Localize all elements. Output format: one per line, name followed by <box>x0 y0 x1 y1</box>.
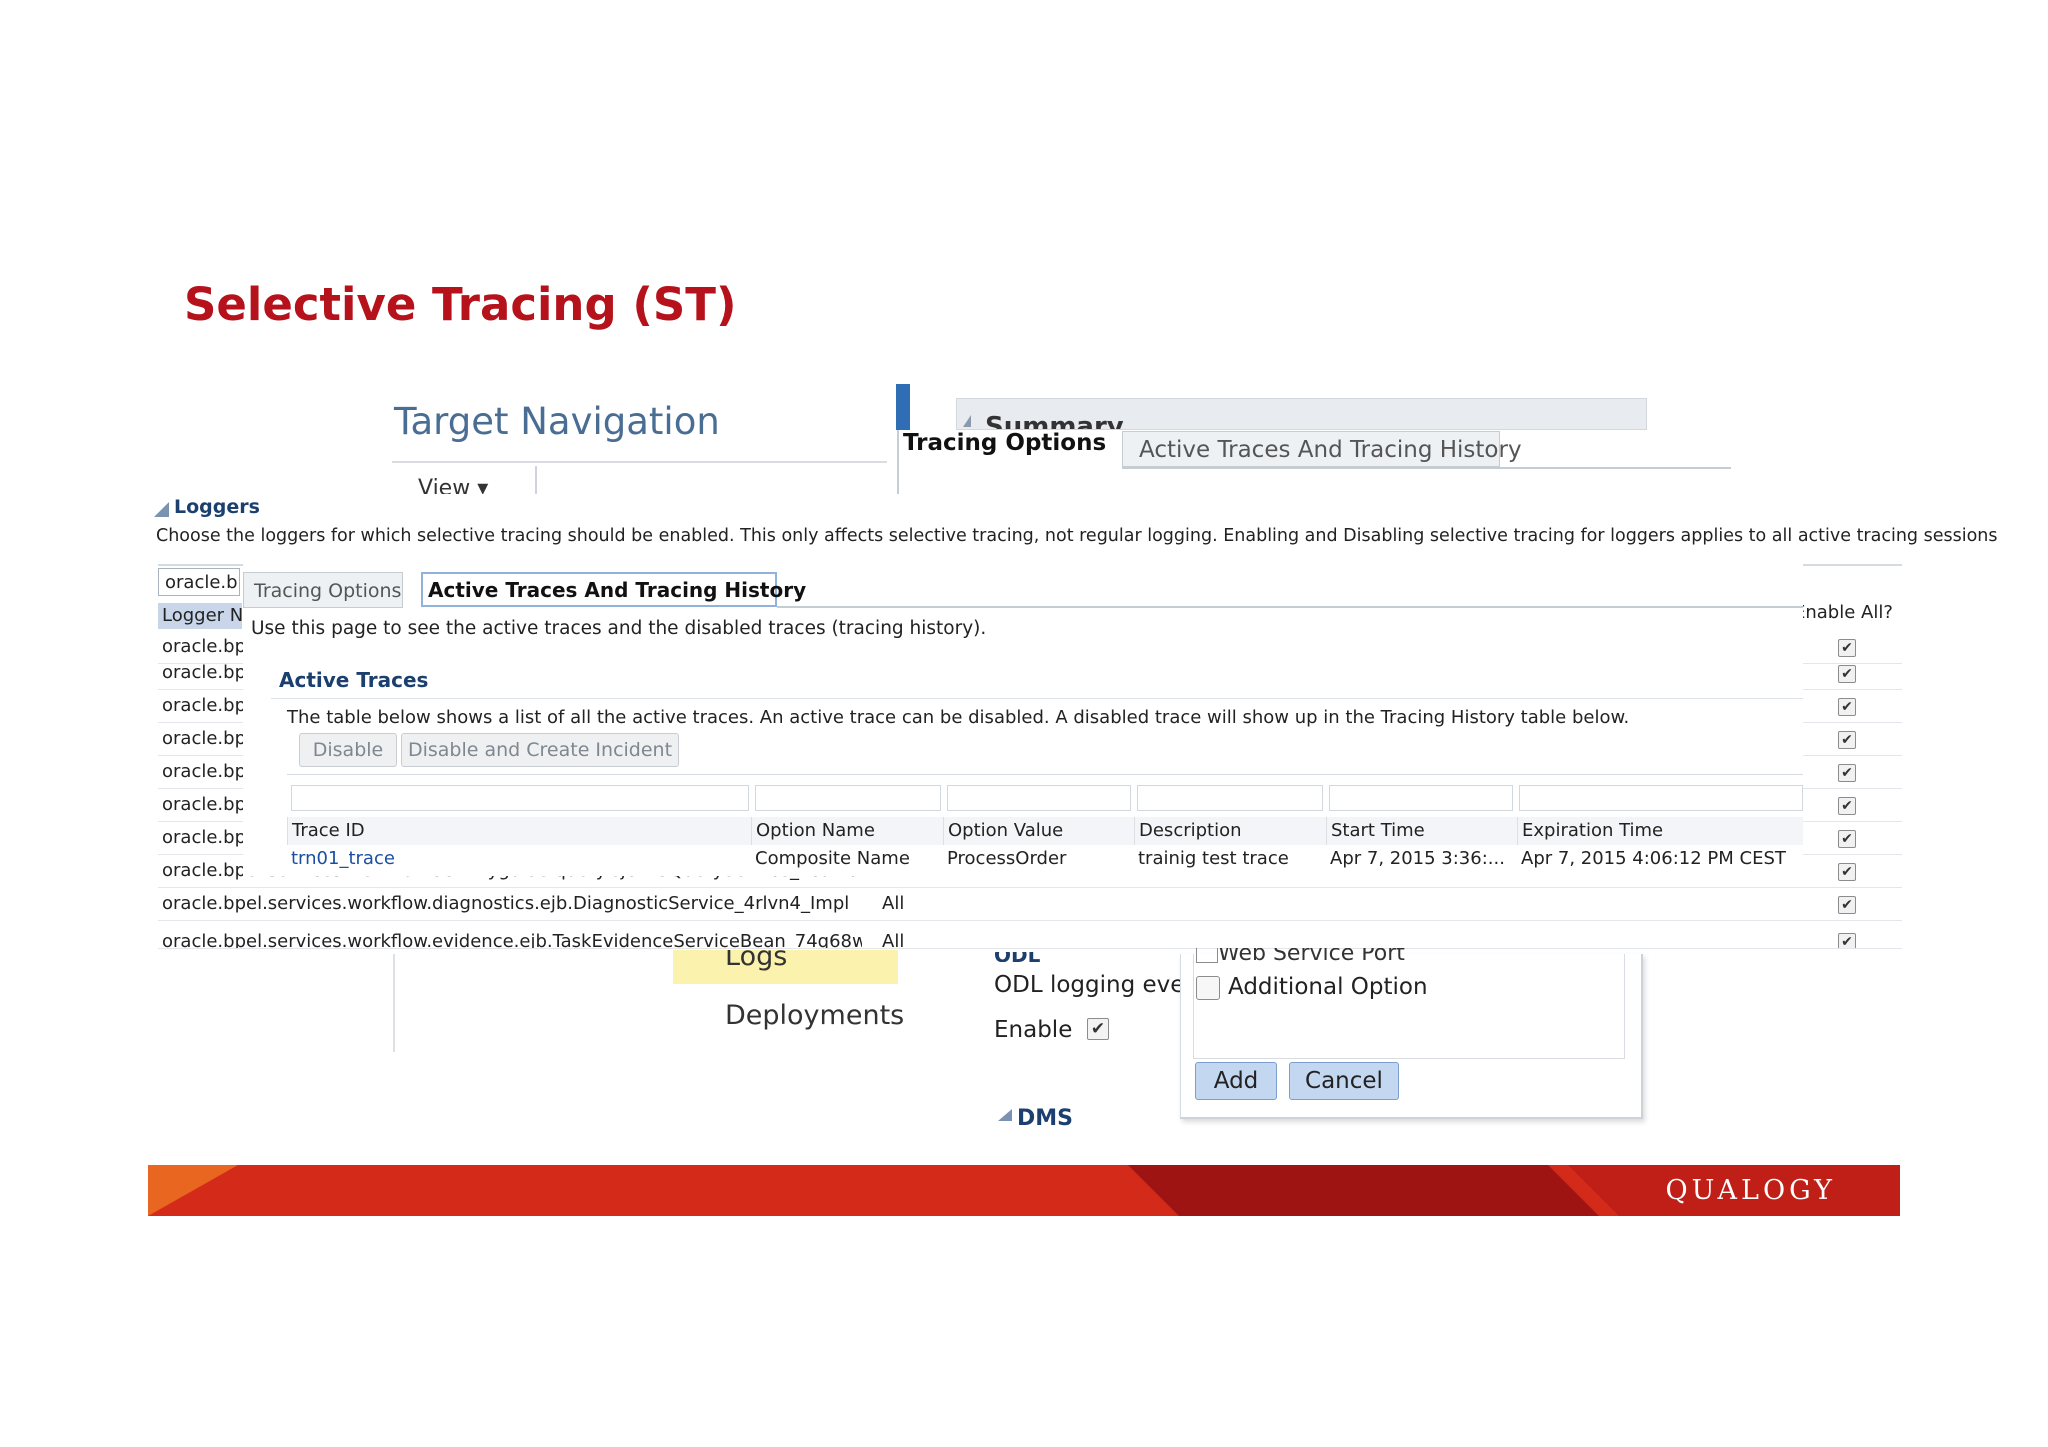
enable-checkbox[interactable]: ✔ <box>1838 764 1856 782</box>
odl-heading: ODL <box>994 952 1040 962</box>
disable-and-create-incident-button[interactable]: Disable and Create Incident <box>401 733 679 767</box>
logger-name: oracle.bpel <box>162 827 246 848</box>
option-value-filter[interactable] <box>947 785 1131 811</box>
brand-logo: QUALOGY <box>1665 1175 1836 1206</box>
enable-checkbox[interactable]: ✔ <box>1838 698 1856 716</box>
option-list: Web Service Port Additional Option <box>1193 948 1625 1059</box>
logger-filter-input[interactable]: oracle.bpe <box>158 568 240 596</box>
logger-name: oracle.bpel <box>162 728 246 749</box>
expiration-time-filter[interactable] <box>1519 785 1803 811</box>
option-name-column-header[interactable]: Option Name <box>751 817 943 845</box>
nav-item-deployments[interactable]: Deployments <box>725 1000 904 1031</box>
enable-checkbox[interactable]: ✔ <box>1838 933 1856 948</box>
navigation-divider <box>393 954 395 1052</box>
tab-active-traces-back[interactable]: Active Traces And Tracing History <box>1122 431 1522 467</box>
odl-logging-label: ODL logging event <box>994 972 1208 998</box>
web-service-port-label: Web Service Port <box>1218 948 1405 964</box>
loggers-description: Choose the loggers for which selective t… <box>156 526 1998 546</box>
trace-id-filter[interactable] <box>291 785 749 811</box>
collapse-triangle-icon <box>963 415 971 427</box>
active-traces-heading: Active Traces <box>279 668 429 692</box>
page-description: Use this page to see the active traces a… <box>251 618 987 639</box>
add-button[interactable]: Add <box>1195 1062 1277 1100</box>
enable-label: Enable <box>994 1017 1073 1043</box>
enable-checkbox[interactable]: ✔ <box>1087 1018 1109 1040</box>
additional-option-label: Additional Option <box>1228 974 1428 1000</box>
logger-name: oracle.bpel.services.workflow.diagnostic… <box>162 893 850 914</box>
nav-item-logs[interactable]: Logs <box>673 950 898 984</box>
footer-band: QUALOGY <box>148 1165 1900 1216</box>
collapse-triangle-icon[interactable] <box>998 1109 1012 1121</box>
start-time-filter[interactable] <box>1329 785 1513 811</box>
logger-level[interactable]: All <box>882 920 904 948</box>
enable-checkbox[interactable]: ✔ <box>1838 665 1856 683</box>
dms-heading[interactable]: DMS <box>1017 1106 1073 1131</box>
target-navigation-divider <box>392 461 887 463</box>
table-row[interactable]: oracle.bpel.services.workflow.evidence.e… <box>158 920 1902 949</box>
tab-tracing-options[interactable]: Tracing Options <box>243 572 403 608</box>
enable-checkbox[interactable]: ✔ <box>1838 639 1856 657</box>
enable-checkbox[interactable]: ✔ <box>1838 863 1856 881</box>
enable-checkbox[interactable]: ✔ <box>1838 731 1856 749</box>
enable-checkbox[interactable]: ✔ <box>1838 896 1856 914</box>
summary-heading: Summary <box>985 412 1124 430</box>
logger-name: oracle.bpel <box>162 794 246 815</box>
tab-underline <box>777 606 1803 608</box>
cancel-button[interactable]: Cancel <box>1289 1062 1399 1100</box>
tab-underline <box>1122 467 1731 469</box>
trace-id-column-header[interactable]: Trace ID <box>287 817 751 845</box>
logger-level[interactable]: All <box>882 887 904 920</box>
enable-checkbox[interactable]: ✔ <box>1838 830 1856 848</box>
slide-title: Selective Tracing (ST) <box>184 278 737 331</box>
logger-name: oracle.bpel.services.workflow.evidence.e… <box>162 931 862 949</box>
description-filter[interactable] <box>1137 785 1323 811</box>
logger-name: oracle.bpel <box>162 761 246 782</box>
tab-tracing-options-back[interactable]: Tracing Options <box>903 430 1106 456</box>
tab-active-traces[interactable]: Active Traces And Tracing History <box>421 572 806 607</box>
option-value-column-header[interactable]: Option Value <box>943 817 1134 845</box>
active-traces-description: The table below shows a list of all the … <box>287 707 1630 728</box>
option-name-filter[interactable] <box>755 785 941 811</box>
start-time-column-header[interactable]: Start Time <box>1326 817 1517 845</box>
collapse-triangle-icon[interactable] <box>154 502 169 517</box>
section-divider <box>271 698 1803 699</box>
table-row[interactable]: oracle.bpel.services.workflow.diagnostic… <box>158 887 1902 921</box>
description-cell: trainig test trace <box>1138 848 1289 869</box>
option-value-cell: ProcessOrder <box>947 848 1067 869</box>
active-traces-table: Trace ID Option Name Option Value Descri… <box>287 774 1803 871</box>
logger-name: oracle.bpel <box>162 662 246 683</box>
logger-name: oracle.bpel <box>162 695 246 716</box>
summary-section-header[interactable]: Summary <box>956 398 1647 430</box>
target-navigation-title: Target Navigation <box>394 400 720 443</box>
active-traces-window: Tracing Options Active Traces And Tracin… <box>243 564 1803 876</box>
disable-button[interactable]: Disable <box>299 733 397 767</box>
expiration-time-cell: Apr 7, 2015 4:06:12 PM CEST <box>1521 848 1786 869</box>
enable-all-column-header[interactable]: Enable All? <box>1794 602 1893 623</box>
start-time-cell: Apr 7, 2015 3:36:... <box>1330 848 1505 869</box>
additional-option-checkbox[interactable] <box>1196 976 1220 1000</box>
footer-dark-stripe <box>1128 1165 1599 1216</box>
description-column-header[interactable]: Description <box>1134 817 1326 845</box>
logger-name-column-header[interactable]: Logger Name <box>158 603 242 629</box>
expiration-time-column-header[interactable]: Expiration Time <box>1517 817 1803 845</box>
loggers-heading[interactable]: Loggers <box>174 496 260 518</box>
toolbar-separator <box>535 466 537 494</box>
option-name-cell: Composite Name <box>755 848 910 869</box>
enable-checkbox[interactable]: ✔ <box>1838 797 1856 815</box>
footer-orange-stripe <box>148 1165 238 1216</box>
web-service-port-checkbox[interactable] <box>1196 948 1218 963</box>
trace-id-link[interactable]: trn01_trace <box>287 845 751 873</box>
panel-divider <box>897 430 899 494</box>
splitter-handle[interactable] <box>896 384 910 430</box>
add-option-dialog: Web Service Port Additional Option Add C… <box>1180 948 1643 1119</box>
